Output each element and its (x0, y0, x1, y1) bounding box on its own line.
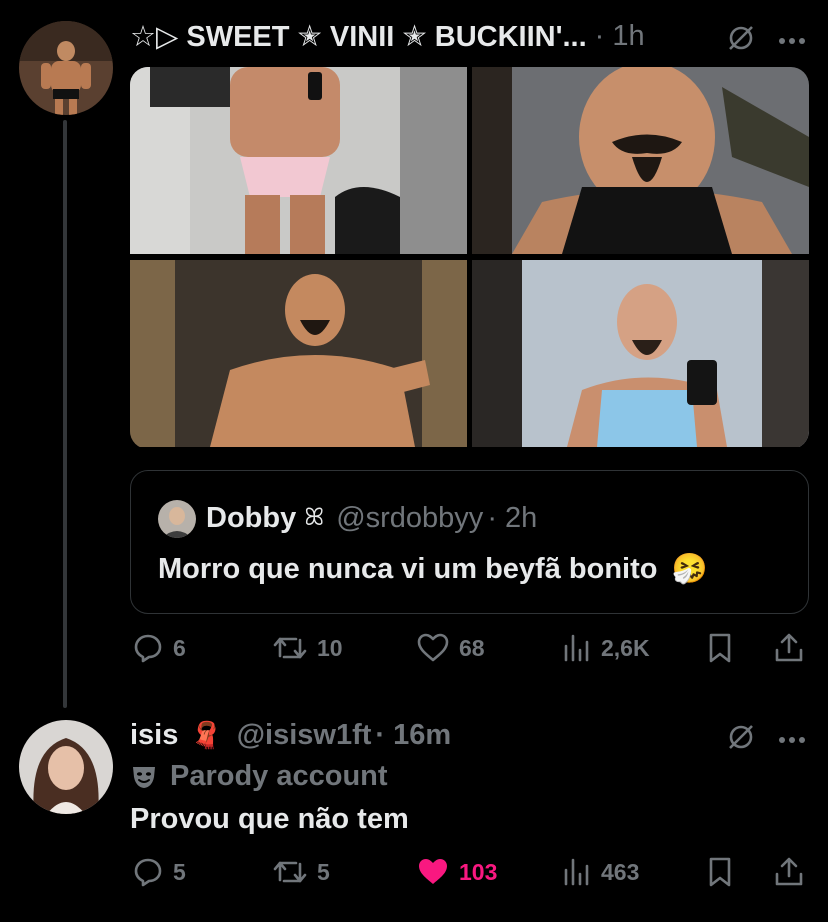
quoted-post-card[interactable]: Dobby ꕤ @srdobbyy · 2h Morro que nunca v… (130, 470, 809, 614)
post-action-bar: 6 10 68 2,6K (130, 632, 810, 672)
views-button[interactable]: 463 (562, 856, 639, 888)
sneezing-face-emoji: 🤧 (671, 553, 708, 585)
analytics-icon (564, 634, 589, 662)
repost-count: 5 (317, 858, 330, 885)
more-options-icon[interactable] (778, 731, 806, 749)
quote-timestamp[interactable]: · 2h (487, 502, 537, 535)
share-button[interactable] (774, 632, 804, 664)
reply-author-emoji: 🧣 (190, 719, 223, 750)
media-photo-3[interactable] (130, 260, 467, 447)
bookmark-button[interactable] (706, 632, 734, 664)
bookmark-button[interactable] (706, 856, 734, 888)
parody-account-label: Parody account (130, 760, 388, 793)
media-photo-2[interactable] (472, 67, 809, 254)
like-count: 68 (459, 634, 485, 661)
repost-button[interactable]: 10 (272, 632, 343, 664)
view-count: 463 (601, 858, 640, 885)
parody-account-text: Parody account (170, 760, 388, 792)
bookmark-icon (709, 857, 731, 887)
analytics-icon (564, 858, 589, 886)
more-options-icon[interactable] (778, 32, 806, 50)
post-author-avatar[interactable] (19, 21, 113, 115)
theater-mask-icon (133, 766, 155, 788)
reply-count: 6 (173, 634, 186, 661)
quote-author-handle[interactable]: @srdobbyy (336, 502, 483, 535)
repost-button[interactable]: 5 (272, 856, 330, 888)
reply-action-bar: 5 5 103 463 (130, 856, 810, 896)
reply-author-handle[interactable]: @isisw1ft (237, 719, 372, 752)
share-icon (775, 857, 803, 886)
reply-text: Provou que não tem (130, 803, 409, 835)
like-button[interactable]: 68 (416, 632, 485, 664)
reply-button[interactable]: 6 (132, 632, 186, 664)
view-count: 2,6K (601, 634, 650, 661)
quote-author-avatar[interactable] (158, 500, 196, 538)
thread-connector-line (63, 120, 67, 708)
post-timestamp[interactable]: · 1h (595, 20, 645, 53)
reply-button[interactable]: 5 (132, 856, 186, 888)
bookmark-icon (709, 633, 731, 663)
grok-icon[interactable] (726, 23, 756, 58)
reply-author-avatar[interactable] (19, 720, 113, 814)
post-author-name[interactable]: ☆▷ SWEET ✭ VINII ✭ BUCKIIN'... (130, 19, 587, 54)
reply-timestamp[interactable]: · 16m (375, 719, 451, 752)
share-icon (775, 633, 803, 662)
media-photo-4[interactable] (472, 260, 809, 447)
share-button[interactable] (774, 856, 804, 888)
post-media-grid (130, 67, 809, 449)
repost-icon (273, 637, 307, 659)
grok-icon[interactable] (726, 722, 756, 757)
media-photo-1[interactable] (130, 67, 467, 254)
like-count: 103 (459, 858, 498, 885)
reply-icon (134, 634, 162, 663)
quote-author-emoji: ꕤ (304, 504, 325, 531)
heart-icon (417, 633, 449, 662)
views-button[interactable]: 2,6K (562, 632, 650, 664)
quote-author-name[interactable]: Dobby (206, 502, 296, 535)
repost-count: 10 (317, 634, 343, 661)
heart-filled-icon (419, 859, 447, 884)
reply-count: 5 (173, 858, 186, 885)
reply-author-name[interactable]: isis (130, 719, 178, 752)
like-button[interactable]: 103 (416, 856, 497, 888)
reply-icon (134, 858, 162, 887)
repost-icon (273, 861, 307, 883)
quote-text: Morro que nunca vi um beyfã bonito (158, 553, 658, 585)
